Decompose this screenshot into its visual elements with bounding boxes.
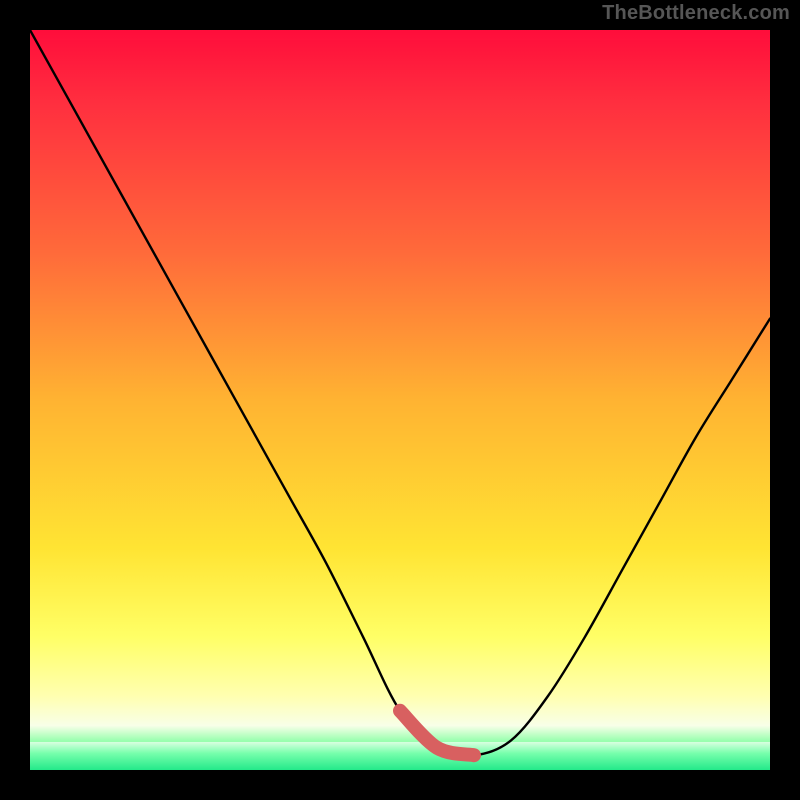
bottleneck-curve [30, 30, 770, 756]
watermark-text: TheBottleneck.com [602, 2, 790, 25]
plot-area [30, 30, 770, 770]
curve-svg [30, 30, 770, 770]
optimum-marker [400, 711, 474, 755]
chart-frame: TheBottleneck.com [0, 0, 800, 800]
